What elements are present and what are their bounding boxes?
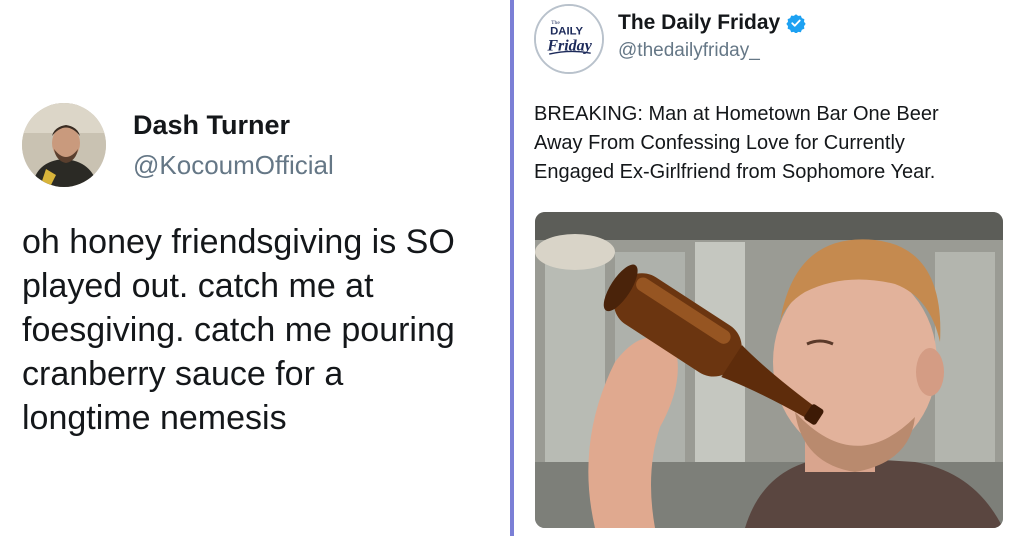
- tweet-text-line: BREAKING: Man at Hometown Bar One Beer: [534, 103, 939, 125]
- display-name[interactable]: Dash Turner: [133, 110, 290, 141]
- tweet-text: BREAKING: Man at Hometown Bar One Beer A…: [534, 100, 1004, 187]
- tweet-text-line: played out. catch me at: [22, 267, 374, 305]
- left-tweet-card: Dash Turner @KocoumOfficial oh honey fri…: [0, 0, 510, 536]
- right-tweet-card: The DAILY Friday The Daily Friday @theda…: [514, 0, 1024, 536]
- avatar[interactable]: [22, 103, 106, 187]
- verified-badge-icon: [786, 14, 806, 33]
- tweet-text-line: Engaged Ex-Girlfriend from Sophomore Yea…: [534, 161, 936, 183]
- tweet-text: oh honey friendsgiving is SO played out.…: [22, 220, 502, 440]
- tweet-text-line: oh honey friendsgiving is SO: [22, 223, 455, 261]
- user-handle[interactable]: @KocoumOfficial: [133, 150, 334, 181]
- display-name[interactable]: The Daily Friday: [618, 11, 806, 35]
- avatar[interactable]: The DAILY Friday: [534, 4, 604, 74]
- user-handle[interactable]: @thedailyfriday_: [618, 40, 760, 62]
- tweet-text-line: Away From Confessing Love for Currently: [534, 132, 905, 154]
- tweet-media-image[interactable]: [535, 212, 1003, 528]
- man-drinking-beer-photo: [535, 212, 1003, 528]
- avatar-photo: [22, 103, 106, 187]
- tweet-text-line: cranberry sauce for a: [22, 355, 344, 393]
- daily-friday-logo-icon: The DAILY Friday: [536, 6, 602, 72]
- tweet-text-line: longtime nemesis: [22, 399, 287, 437]
- tweet-text-line: foesgiving. catch me pouring: [22, 311, 455, 349]
- display-name-text: The Daily Friday: [618, 11, 781, 34]
- svg-text:DAILY: DAILY: [550, 25, 583, 37]
